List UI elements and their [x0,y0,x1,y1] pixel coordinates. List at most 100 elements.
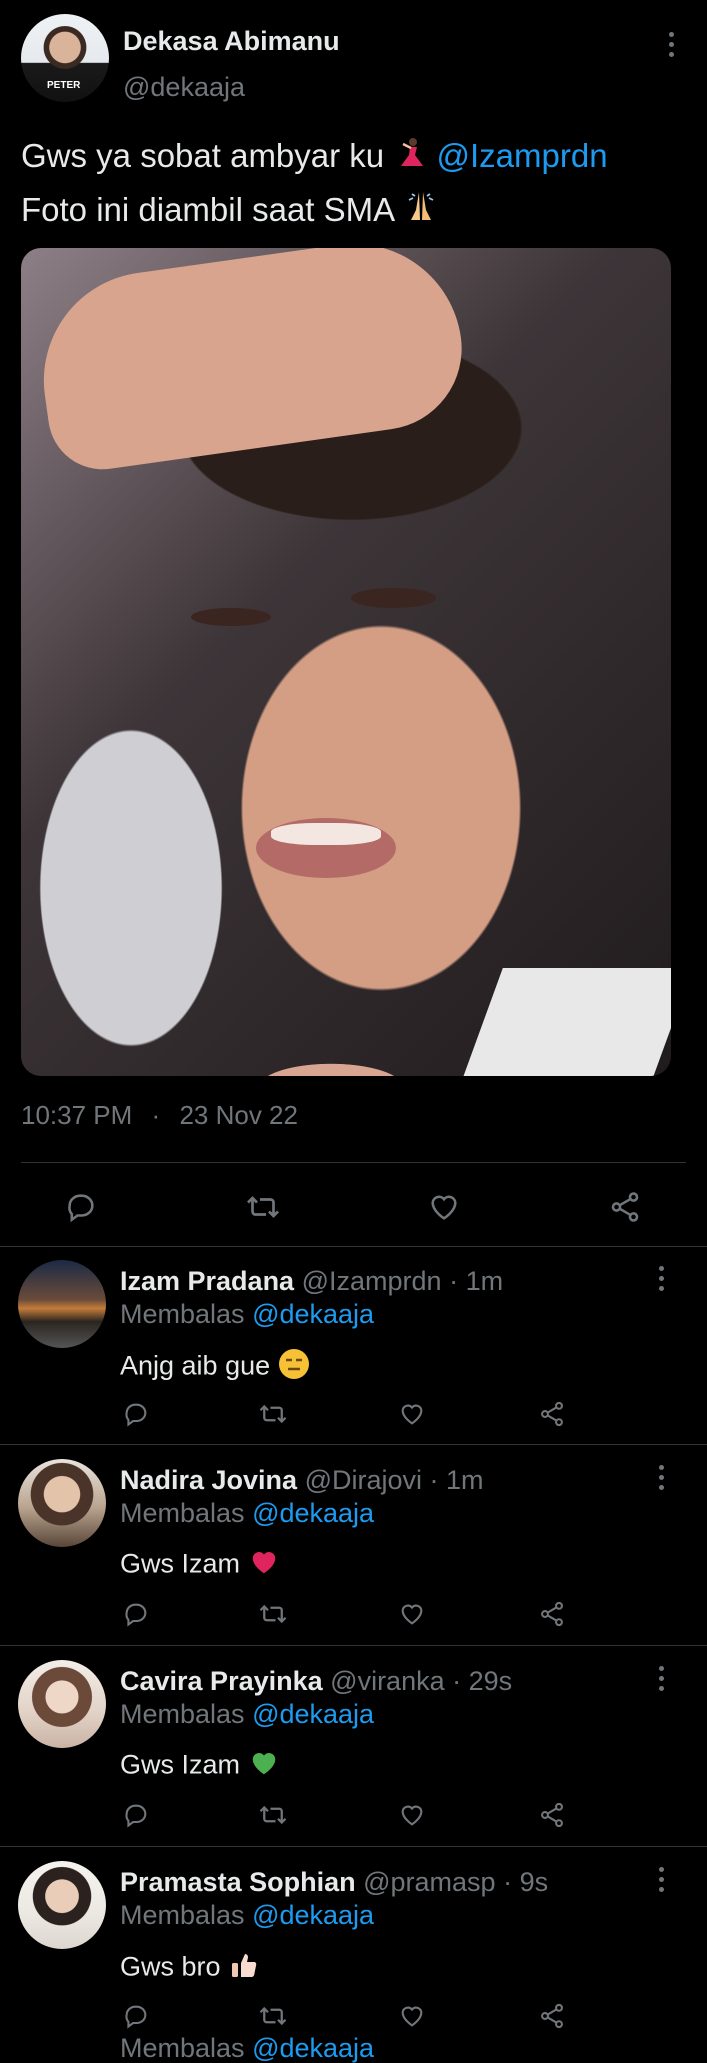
replying-to: Membalas @dekaaja [120,1299,374,1330]
replying-to: Membalas @dekaaja [120,1699,374,1730]
mention-link[interactable]: @Izamprdn [437,137,608,174]
replying-to-handle[interactable]: @dekaaja [252,1498,374,1528]
reply-text: Gws Izam [120,1547,280,1584]
partial-replying-to: Membalas @dekaaja [120,2035,374,2062]
avatar[interactable] [18,1660,106,1748]
reply-text-content: Anjg aib gue [120,1350,271,1381]
reply-author-line[interactable]: Pramasta Sophian @pramasp · 9s [120,1867,548,1898]
reply-item[interactable]: Cavira Prayinka @viranka · 29s Membalas … [0,1646,707,1846]
dancer-emoji-icon [393,133,427,184]
expressionless-face-icon [278,1348,310,1387]
reply-age: 9s [519,1867,549,1897]
share-icon[interactable] [536,1598,568,1630]
reply-author-handle[interactable]: @pramasp [363,1867,495,1897]
reply-actions [120,1398,570,1438]
replying-to-handle[interactable]: @dekaaja [252,2033,374,2063]
share-icon[interactable] [536,1799,568,1831]
timestamp-separator: · [151,1100,161,1130]
author-handle[interactable]: @dekaaja [123,72,245,103]
reply-icon[interactable] [120,1598,152,1630]
replying-to-handle[interactable]: @dekaaja [252,1299,374,1329]
reply-author-handle[interactable]: @Izamprdn [302,1266,442,1296]
replying-label: Membalas [120,1699,245,1729]
reply-author-handle[interactable]: @viranka [330,1666,444,1696]
avatar[interactable] [18,1459,106,1547]
retweet-icon[interactable] [257,1598,289,1630]
reply-text: Anjg aib gue [120,1348,310,1387]
photo-collar [459,968,671,1076]
reply-actions [120,1799,570,1839]
replying-to-handle[interactable]: @dekaaja [252,1900,374,1930]
reply-icon[interactable] [62,1188,100,1226]
reply-item[interactable]: Izam Pradana @Izamprdn · 1m Membalas @de… [0,1246,707,1444]
reply-author-line[interactable]: Nadira Jovina @Dirajovi · 1m [120,1465,484,1496]
reply-age: 1m [465,1266,504,1296]
retweet-icon[interactable] [244,1188,282,1226]
author-avatar[interactable]: PETER [21,14,109,102]
like-icon[interactable] [396,1398,428,1430]
like-icon[interactable] [396,1799,428,1831]
replying-label: Membalas [120,2033,245,2063]
replying-to: Membalas @dekaaja [120,1498,374,1529]
more-options-icon[interactable] [656,24,686,64]
reply-item[interactable]: Nadira Jovina @Dirajovi · 1m Membalas @d… [0,1445,707,1645]
avatar-shirt-text: PETER [47,80,81,91]
photo-hand [29,248,473,477]
more-options-icon[interactable] [646,1859,676,1899]
like-icon[interactable] [396,2000,428,2032]
reply-text: Gws bro [120,1949,260,1988]
photo-eye-left [191,608,271,626]
reply-author-name[interactable]: Izam Pradana [120,1266,294,1296]
share-icon[interactable] [536,1398,568,1430]
avatar[interactable] [18,1260,106,1348]
more-options-icon[interactable] [646,1258,676,1298]
reply-icon[interactable] [120,1398,152,1430]
reply-item[interactable]: Pramasta Sophian @pramasp · 9s Membalas … [0,1847,707,2048]
more-options-icon[interactable] [646,1457,676,1497]
photo-eye-right [351,588,436,608]
reply-author-name[interactable]: Cavira Prayinka [120,1666,323,1696]
reply-actions [120,1598,570,1638]
author-name[interactable]: Dekasa Abimanu [123,26,340,57]
tweet-timestamp: 10:37 PM · 23 Nov 22 [21,1100,298,1131]
reply-author-handle[interactable]: @Dirajovi [305,1465,422,1495]
replying-label: Membalas [120,1498,245,1528]
like-icon[interactable] [396,1598,428,1630]
tweet-date: 23 Nov 22 [179,1100,298,1130]
red-heart-icon [248,1547,280,1584]
retweet-icon[interactable] [257,1398,289,1430]
like-icon[interactable] [425,1188,463,1226]
tweet-text-line2: Foto ini diambil saat SMA [21,190,394,228]
reply-text-content: Gws Izam [120,1749,241,1780]
tweet-time: 10:37 PM [21,1100,133,1130]
reply-author-line[interactable]: Cavira Prayinka @viranka · 29s [120,1666,512,1697]
retweet-icon[interactable] [257,2000,289,2032]
green-heart-icon [248,1748,280,1785]
tweet-text-line1: Gws ya sobat ambyar ku [21,137,385,174]
share-icon[interactable] [536,2000,568,2032]
reply-author-line[interactable]: Izam Pradana @Izamprdn · 1m [120,1266,503,1297]
reply-age: 29s [468,1666,513,1696]
retweet-icon[interactable] [257,1799,289,1831]
replying-to: Membalas @dekaaja [120,1900,374,1931]
reply-author-name[interactable]: Pramasta Sophian [120,1867,356,1897]
folded-hands-emoji-icon [403,187,439,238]
tweet-text: Gws ya sobat ambyar ku @Izamprdn Foto in… [21,130,691,238]
reply-icon[interactable] [120,2000,152,2032]
divider [21,1162,686,1163]
photo-teeth [271,823,381,845]
replying-label: Membalas [120,1900,245,1930]
reply-text-content: Gws Izam [120,1548,241,1579]
tweet-photo[interactable] [21,248,671,1076]
avatar[interactable] [18,1861,106,1949]
reply-age: 1m [446,1465,484,1495]
reply-icon[interactable] [120,1799,152,1831]
replying-label: Membalas [120,1299,245,1329]
reply-text: Gws Izam [120,1748,280,1785]
share-icon[interactable] [606,1188,644,1226]
reply-author-name[interactable]: Nadira Jovina [120,1465,297,1495]
thumbs-up-icon [228,1949,260,1988]
replying-to-handle[interactable]: @dekaaja [252,1699,374,1729]
more-options-icon[interactable] [646,1658,676,1698]
reply-text-content: Gws bro [120,1951,221,1982]
